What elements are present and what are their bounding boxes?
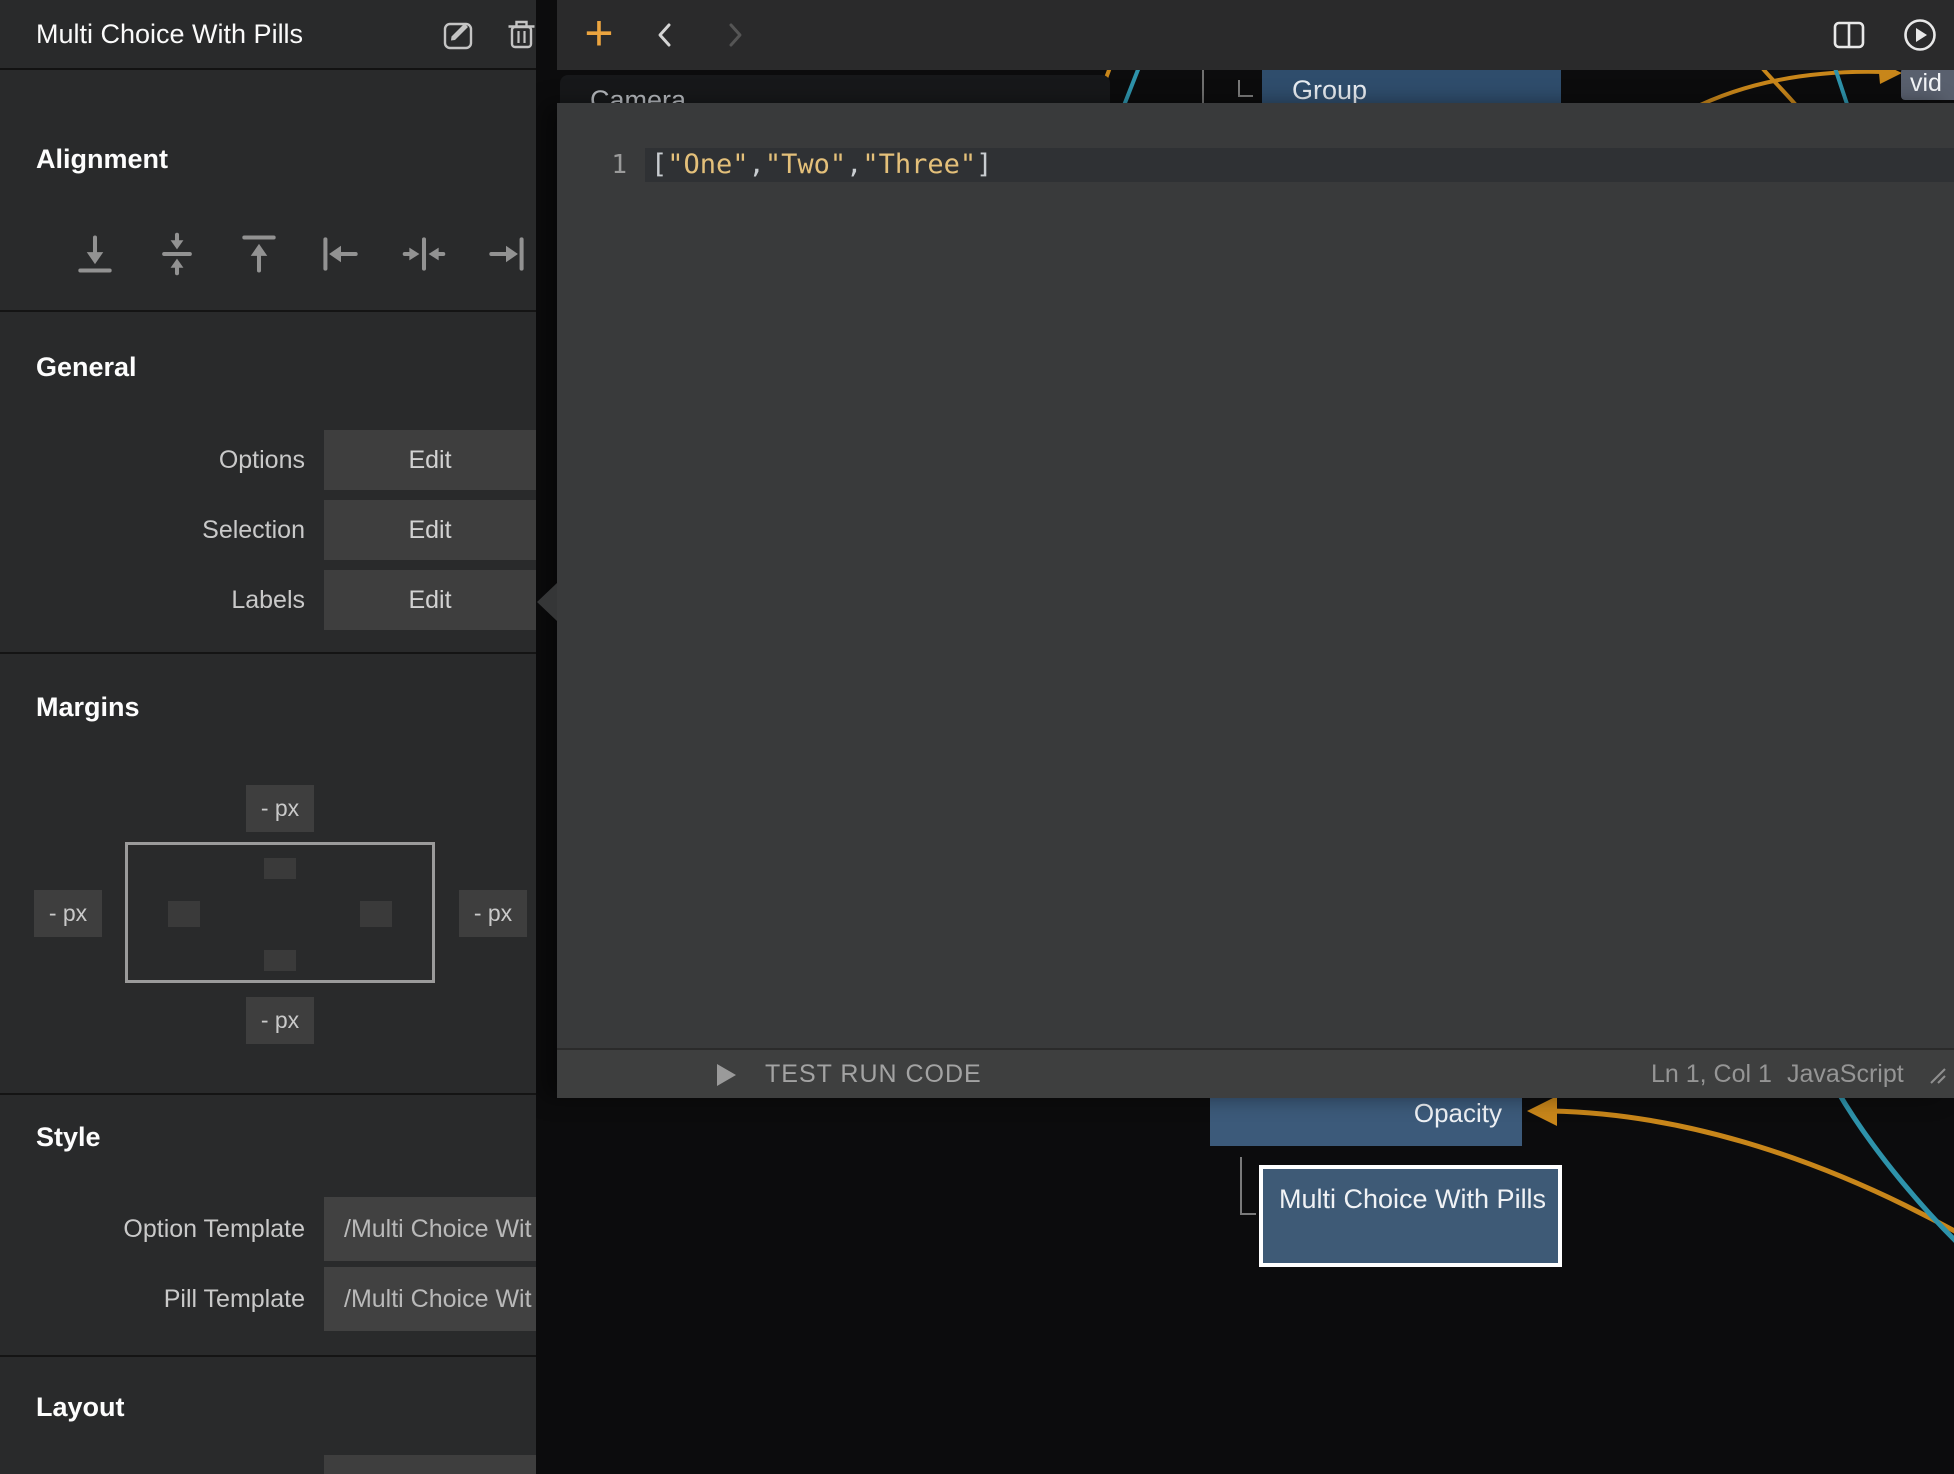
margin-handle-top [264,858,296,879]
node-edge-line [1202,70,1204,103]
selection-edit-button[interactable]: Edit [324,500,536,560]
wire-arrowhead-opacity [1527,1096,1557,1126]
run-preview-icon[interactable] [1901,16,1939,54]
section-divider [0,310,536,312]
canvas-toolbar: + [557,0,1954,70]
cursor-position: Ln 1, Col 1 [1651,1050,1772,1098]
labels-edit-button[interactable]: Edit [324,570,536,630]
align-left-icon[interactable] [319,232,363,276]
editor-status-bar: TEST RUN CODE Ln 1, Col 1 JavaScript [557,1048,1954,1098]
split-view-icon[interactable] [1830,16,1868,54]
node-video[interactable]: vid [1901,68,1954,100]
code-line-input[interactable]: ["One","Two","Three"] [651,148,992,182]
align-right-icon[interactable] [484,232,528,276]
code-token: [ [651,149,667,180]
section-divider [0,652,536,654]
inspector-title: Multi Choice With Pills [36,0,303,68]
pill-template-label: Pill Template [35,1267,305,1331]
section-divider [0,1355,536,1357]
code-token: ] [976,149,992,180]
app-window: { "inspector": { "title": "Multi Choice … [0,0,1954,1474]
margins-diagram [125,842,435,983]
style-heading: Style [36,1122,101,1153]
option-template-button[interactable]: /Multi Choice Wit [324,1197,536,1261]
alignment-heading: Alignment [36,144,168,175]
margin-handle-right [360,901,392,927]
options-edit-button[interactable]: Edit [324,430,536,490]
selection-label: Selection [35,500,305,560]
margin-bottom-input[interactable]: - px [246,997,314,1044]
code-token: , [846,149,862,180]
code-editor-popover: 1 ["One","Two","Three"] TEST RUN CODE Ln… [557,103,1954,1098]
margins-heading: Margins [36,692,140,723]
code-token: , [749,149,765,180]
margin-top-input[interactable]: - px [246,785,314,832]
margin-right-input[interactable]: - px [459,890,527,937]
node-group-label: Group [1292,75,1367,105]
line-number: 1 [587,148,627,182]
test-run-code-button[interactable]: TEST RUN CODE [765,1050,982,1098]
align-horizontal-center-icon[interactable] [402,232,446,276]
port-bracket-group [1238,80,1253,97]
code-token: "One" [667,149,748,180]
pill-template-button[interactable]: /Multi Choice Wit [324,1267,536,1331]
run-code-play-icon[interactable] [717,1064,736,1086]
delete-icon[interactable] [503,16,536,53]
port-bracket-mcwp [1240,1157,1256,1215]
popover-pointer [537,583,557,621]
align-vertical-center-icon[interactable] [155,232,199,276]
forward-icon[interactable] [721,21,749,49]
rename-icon[interactable] [440,16,477,53]
margin-handle-left [168,901,200,927]
option-template-label: Option Template [35,1197,305,1261]
layout-partial-button[interactable] [324,1455,536,1474]
align-bottom-icon[interactable] [73,232,117,276]
margin-left-input[interactable]: - px [34,890,102,937]
layout-heading: Layout [36,1392,125,1423]
add-node-button[interactable]: + [577,0,621,70]
code-token: "Two" [765,149,846,180]
align-top-icon[interactable] [237,232,281,276]
section-divider [0,1093,536,1095]
node-video-label: vid [1910,69,1942,97]
node-multi-choice-with-pills-selected[interactable]: Multi Choice With Pills [1259,1165,1562,1267]
node-opacity-label: Opacity [1414,1098,1502,1128]
margin-handle-bottom [264,950,296,971]
back-icon[interactable] [651,21,679,49]
language-label: JavaScript [1787,1050,1904,1098]
node-mcwp-label: Multi Choice With Pills [1279,1184,1546,1214]
options-label: Options [35,430,305,490]
inspector-header: Multi Choice With Pills [0,0,536,70]
general-heading: General [36,352,137,383]
labels-label: Labels [35,570,305,630]
inspector-panel: Multi Choice With Pills Alignment Genera… [0,0,536,1474]
wire-teal-bottom [1838,1092,1954,1250]
resize-grip-icon[interactable] [1925,1063,1949,1087]
code-token: "Three" [862,149,976,180]
